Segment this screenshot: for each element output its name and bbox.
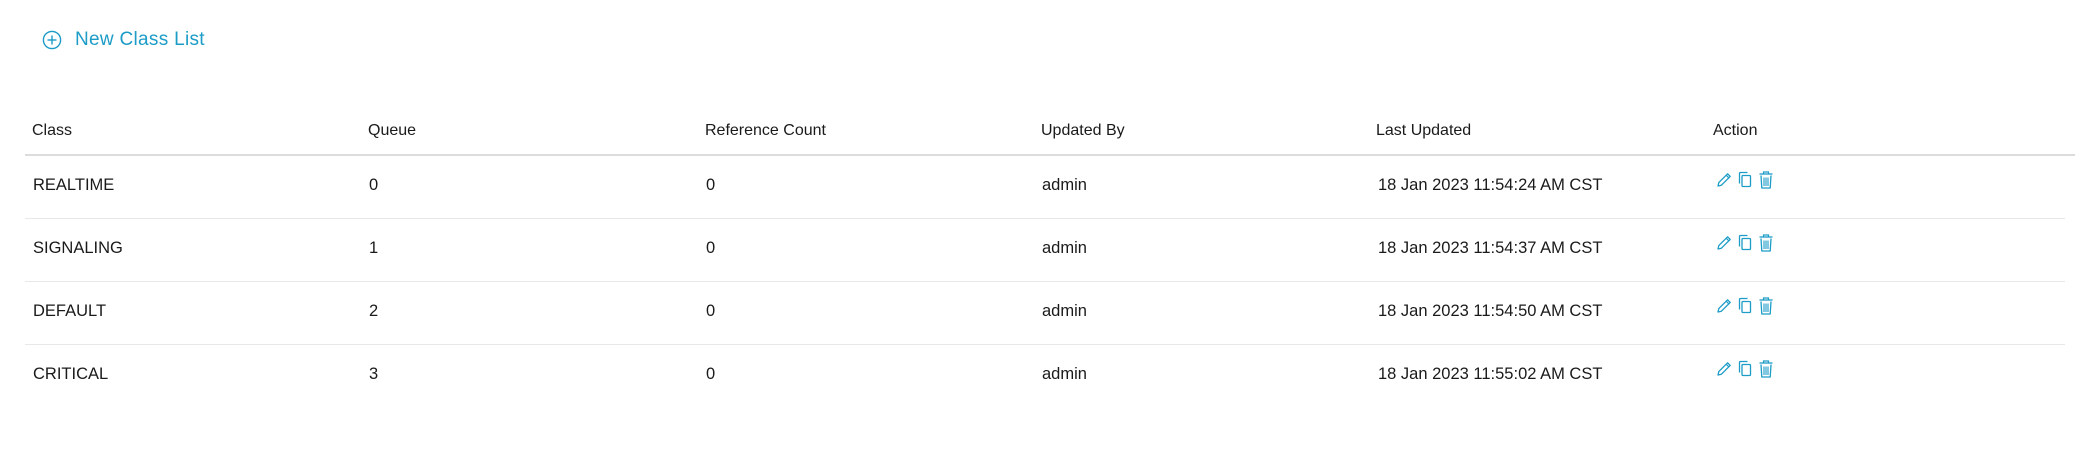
edit-icon[interactable]: [1715, 358, 1733, 380]
updated-by-cell: admin: [1042, 302, 1087, 320]
last-updated-cell: 18 Jan 2023 11:54:50 AM CST: [1378, 302, 1603, 320]
updated-by-cell: admin: [1042, 176, 1087, 194]
class-cell: REALTIME: [33, 176, 115, 194]
class-cell: DEFAULT: [33, 302, 107, 320]
reference-count-cell: 0: [706, 365, 716, 383]
column-header-updated-by[interactable]: Updated By: [1041, 122, 1125, 140]
new-class-list-label: New Class List: [75, 29, 205, 50]
copy-icon[interactable]: [1736, 295, 1754, 317]
queue-cell: 3: [369, 365, 379, 383]
copy-icon[interactable]: [1736, 169, 1754, 191]
copy-icon[interactable]: [1736, 232, 1754, 254]
column-header-action: Action: [1713, 122, 1758, 139]
last-updated-cell: 18 Jan 2023 11:55:02 AM CST: [1378, 365, 1603, 383]
column-header-last-updated[interactable]: Last Updated: [1376, 122, 1471, 140]
column-header-reference-count[interactable]: Reference Count: [705, 122, 826, 140]
row-actions: [1715, 169, 1778, 191]
row-actions: [1715, 232, 1778, 254]
class-list-table: Class Queue Reference Count Updated By L…: [25, 120, 2075, 407]
updated-by-cell: admin: [1042, 239, 1087, 257]
delete-icon[interactable]: [1757, 358, 1775, 380]
column-header-class[interactable]: Class: [32, 122, 72, 140]
edit-icon[interactable]: [1715, 169, 1733, 191]
queue-cell: 1: [369, 239, 379, 257]
updated-by-cell: admin: [1042, 365, 1087, 383]
edit-icon[interactable]: [1715, 295, 1733, 317]
table-body: REALTIME 0 0 admin 18 Jan 2023 11:54:24 …: [25, 156, 2075, 407]
class-cell: CRITICAL: [33, 365, 109, 383]
queue-cell: 0: [369, 176, 379, 194]
last-updated-cell: 18 Jan 2023 11:54:37 AM CST: [1378, 239, 1603, 257]
queue-cell: 2: [369, 302, 379, 320]
row-actions: [1715, 358, 1778, 380]
table-row: REALTIME 0 0 admin 18 Jan 2023 11:54:24 …: [25, 156, 2065, 219]
class-cell: SIGNALING: [33, 239, 123, 257]
table-header: Class Queue Reference Count Updated By L…: [25, 120, 2075, 156]
reference-count-cell: 0: [706, 176, 716, 194]
delete-icon[interactable]: [1757, 232, 1775, 254]
copy-icon[interactable]: [1736, 358, 1754, 380]
delete-icon[interactable]: [1757, 295, 1775, 317]
table-row: SIGNALING 1 0 admin 18 Jan 2023 11:54:37…: [25, 219, 2065, 282]
reference-count-cell: 0: [706, 239, 716, 257]
column-header-queue[interactable]: Queue: [368, 122, 416, 140]
table-row: DEFAULT 2 0 admin 18 Jan 2023 11:54:50 A…: [25, 282, 2065, 345]
delete-icon[interactable]: [1757, 169, 1775, 191]
edit-icon[interactable]: [1715, 232, 1733, 254]
row-actions: [1715, 295, 1778, 317]
new-class-list-button[interactable]: New Class List: [42, 29, 205, 51]
reference-count-cell: 0: [706, 302, 716, 320]
page: New Class List Class Queue Reference Cou…: [0, 0, 2096, 461]
last-updated-cell: 18 Jan 2023 11:54:24 AM CST: [1378, 176, 1603, 194]
table-row: CRITICAL 3 0 admin 18 Jan 2023 11:55:02 …: [25, 345, 2065, 407]
plus-circle-icon: [42, 30, 62, 50]
